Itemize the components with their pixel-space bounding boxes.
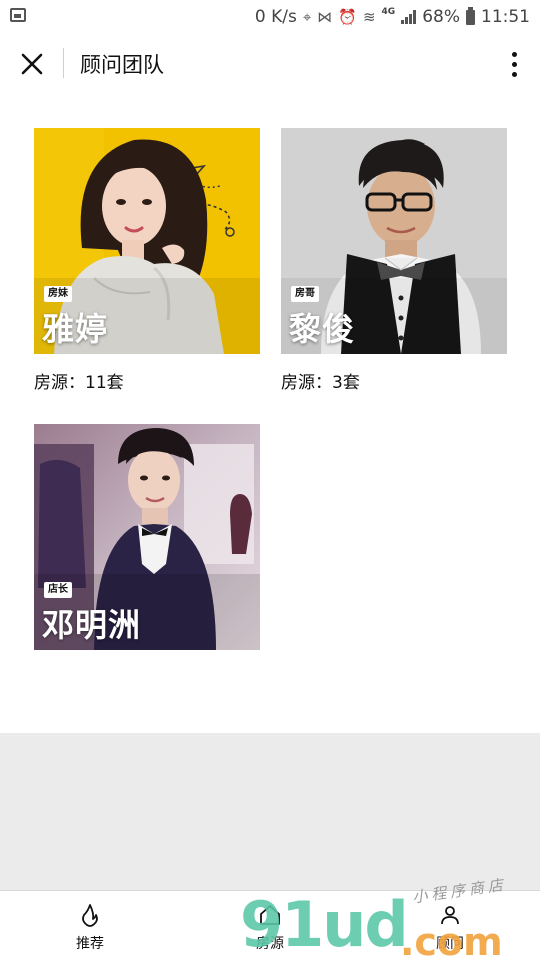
nav-divider bbox=[63, 48, 64, 78]
advisor-photo[interactable]: 房哥 黎俊 bbox=[281, 128, 507, 354]
gallery-notification-icon bbox=[10, 8, 26, 22]
advisor-card[interactable]: 店长 邓明洲 bbox=[34, 424, 260, 650]
listing-count: 房源：3套 bbox=[281, 373, 360, 393]
listing-count: 房源：11套 bbox=[34, 373, 124, 393]
person-icon bbox=[441, 906, 459, 925]
network-type: 4G bbox=[381, 7, 396, 17]
net-speed: 0 K/s bbox=[254, 7, 297, 27]
nav-bar: 顾问团队 bbox=[0, 34, 540, 94]
close-icon bbox=[21, 53, 43, 75]
more-dot bbox=[511, 71, 517, 77]
tab-label: 顾问 bbox=[436, 936, 464, 952]
battery-icon bbox=[466, 6, 475, 25]
bottom-spacer bbox=[0, 733, 540, 890]
tab-advisors[interactable]: 顾问 bbox=[400, 891, 500, 960]
tab-bar: 推荐 房源 顾问 bbox=[0, 890, 540, 960]
advisor-photo[interactable]: 店长 邓明洲 bbox=[34, 424, 260, 650]
advisor-card[interactable]: 房妹 雅婷 房源：11套 bbox=[34, 128, 260, 393]
advisor-card[interactable]: 房哥 黎俊 房源：3套 bbox=[281, 128, 507, 393]
advisor-photo[interactable]: 房妹 雅婷 bbox=[34, 128, 260, 354]
advisor-name: 邓明洲 bbox=[42, 606, 142, 644]
more-dot bbox=[511, 51, 517, 57]
tab-label: 房源 bbox=[256, 936, 284, 952]
wifi-icon: ≋ bbox=[362, 8, 376, 26]
page-title: 顾问团队 bbox=[80, 53, 164, 77]
tab-recommend[interactable]: 推荐 bbox=[40, 891, 140, 960]
location-icon: ⌖ bbox=[302, 8, 312, 26]
more-button[interactable] bbox=[506, 46, 522, 82]
status-bar: 0 K/s ⌖ ⋈ ⏰ ≋ 4G 68% 11:51 bbox=[0, 0, 540, 34]
flame-icon bbox=[82, 904, 98, 927]
role-tag: 房妹 bbox=[44, 286, 72, 302]
clock: 11:51 bbox=[481, 7, 530, 27]
more-dot bbox=[511, 61, 517, 67]
vibrate-icon: ⋈ bbox=[317, 8, 333, 26]
advisor-name: 黎俊 bbox=[289, 310, 356, 348]
tab-listings[interactable]: 房源 bbox=[220, 891, 320, 960]
signal-icon bbox=[401, 10, 417, 24]
battery-percent: 68% bbox=[422, 7, 460, 27]
alarm-icon: ⏰ bbox=[338, 8, 357, 26]
tab-label: 推荐 bbox=[76, 936, 104, 952]
advisor-name: 雅婷 bbox=[42, 310, 109, 348]
close-button[interactable] bbox=[14, 46, 50, 82]
role-tag: 店长 bbox=[44, 582, 72, 598]
status-bar-right: 0 K/s ⌖ ⋈ ⏰ ≋ 4G 68% 11:51 bbox=[255, 5, 530, 29]
house-icon bbox=[260, 905, 280, 925]
role-tag: 房哥 bbox=[291, 286, 319, 302]
